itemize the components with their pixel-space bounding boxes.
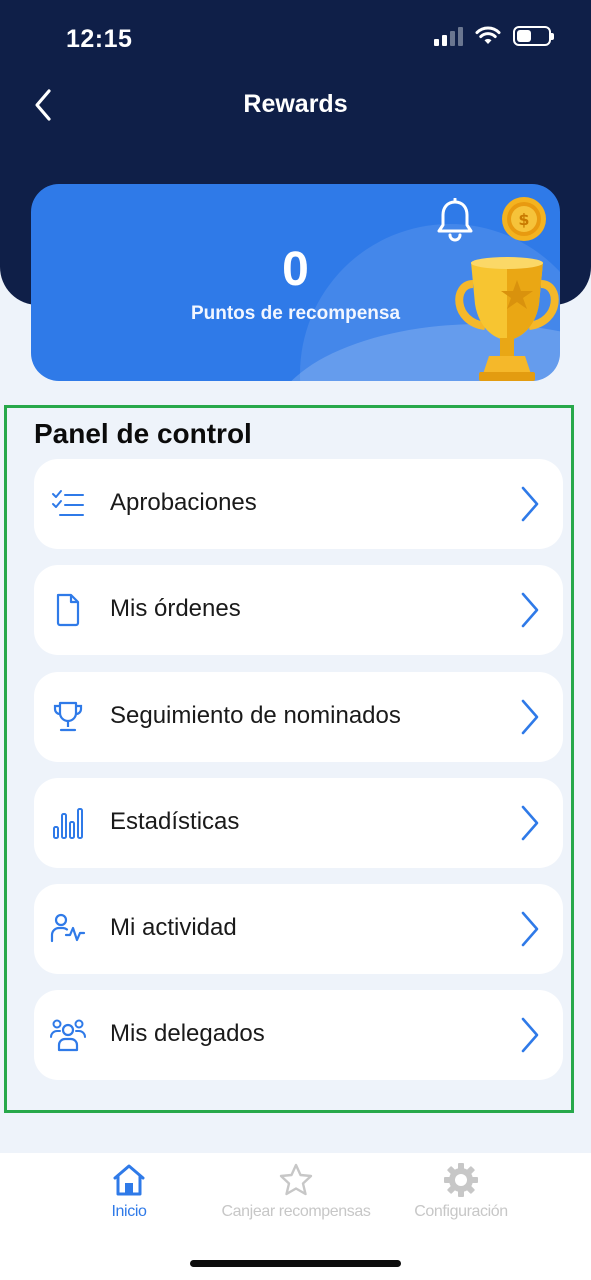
- menu-item-seguimiento-nominados[interactable]: Seguimiento de nominados: [34, 672, 563, 762]
- group-icon: [50, 1019, 86, 1052]
- chevron-right-icon: [521, 592, 539, 628]
- home-icon: [113, 1164, 145, 1196]
- signal-icon: [434, 26, 463, 46]
- chevron-right-icon: [521, 699, 539, 735]
- rewards-card: 0 Puntos de recompensa $: [31, 184, 560, 381]
- user-activity-icon: [50, 913, 86, 943]
- menu-item-label: Mi actividad: [110, 914, 237, 941]
- status-time: 12:15: [66, 25, 133, 53]
- menu-item-mi-actividad[interactable]: Mi actividad: [34, 884, 563, 974]
- tab-configuracion[interactable]: Configuración: [361, 1161, 561, 1221]
- chevron-right-icon: [521, 1017, 539, 1053]
- coin-icon[interactable]: $: [501, 196, 547, 242]
- menu-item-estadisticas[interactable]: Estadísticas: [34, 778, 563, 868]
- bell-icon[interactable]: [435, 198, 475, 242]
- home-indicator: [190, 1260, 401, 1267]
- document-icon: [56, 593, 80, 627]
- gear-icon: [444, 1163, 478, 1197]
- status-icons: [434, 26, 554, 46]
- panel-title: Panel de control: [34, 418, 252, 449]
- trophy-icon: [455, 257, 559, 381]
- control-panel: Panel de control Aprobaciones Mis órdene…: [4, 405, 574, 1113]
- menu-item-mis-ordenes[interactable]: Mis órdenes: [34, 565, 563, 655]
- wifi-icon: [475, 26, 501, 44]
- chevron-right-icon: [521, 911, 539, 947]
- page-title: Rewards: [243, 90, 348, 118]
- menu-item-label: Mis delegados: [110, 1020, 265, 1047]
- menu-item-label: Seguimiento de nominados: [110, 702, 401, 729]
- menu-item-label: Aprobaciones: [110, 489, 257, 516]
- svg-text:$: $: [518, 210, 529, 229]
- battery-icon: [513, 26, 554, 46]
- trophy-icon: [53, 701, 83, 732]
- chevron-right-icon: [521, 805, 539, 841]
- menu-item-aprobaciones[interactable]: Aprobaciones: [34, 459, 563, 549]
- menu-item-label: Mis órdenes: [110, 595, 241, 622]
- tab-label: Configuración: [414, 1203, 508, 1220]
- chevron-right-icon: [521, 486, 539, 522]
- bar-chart-icon: [53, 808, 83, 839]
- star-icon: [279, 1163, 313, 1196]
- checklist-icon: [52, 490, 84, 516]
- menu-item-mis-delegados[interactable]: Mis delegados: [34, 990, 563, 1080]
- menu-item-label: Estadísticas: [110, 808, 240, 835]
